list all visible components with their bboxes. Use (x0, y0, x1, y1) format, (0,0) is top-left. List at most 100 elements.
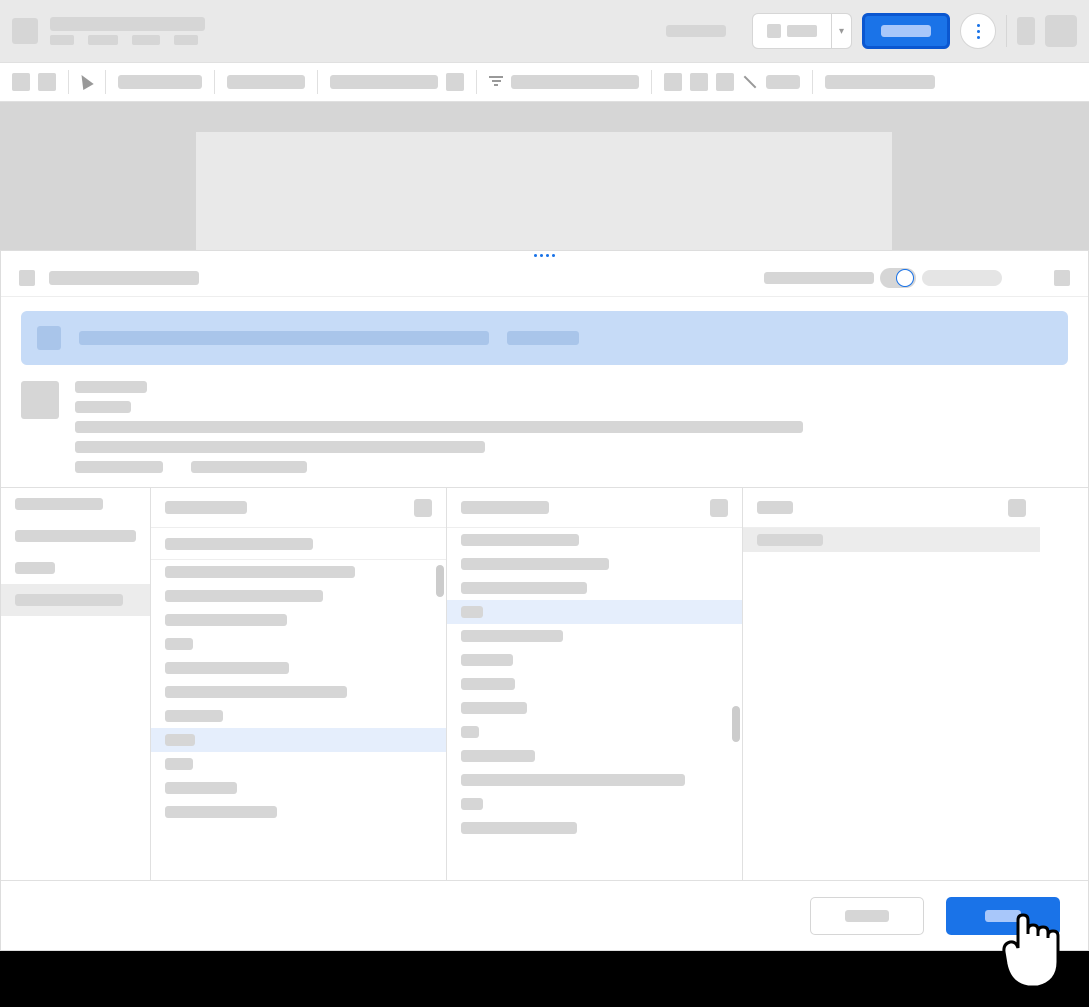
list-item[interactable] (151, 776, 446, 800)
list-item[interactable] (447, 816, 742, 840)
column-action-icon[interactable] (414, 499, 432, 517)
list-item[interactable] (447, 672, 742, 696)
toggle-switch[interactable] (880, 268, 916, 288)
toolbar-button[interactable] (38, 73, 56, 91)
browser-column (447, 488, 743, 880)
document-title[interactable] (50, 17, 205, 31)
more-options-button[interactable] (960, 13, 996, 49)
insert-button[interactable] (946, 897, 1060, 935)
column-list[interactable] (743, 528, 1040, 880)
filter-icon[interactable] (489, 76, 503, 88)
list-item[interactable] (151, 728, 446, 752)
list-item[interactable] (151, 800, 446, 824)
list-item[interactable] (447, 576, 742, 600)
list-item[interactable] (151, 584, 446, 608)
dialog-icon (19, 270, 35, 286)
list-item[interactable] (151, 608, 446, 632)
toolbar-control[interactable] (766, 75, 800, 89)
menu-item[interactable] (132, 35, 160, 45)
column-list[interactable] (447, 528, 742, 880)
scrollbar-thumb[interactable] (732, 706, 740, 742)
close-icon[interactable] (1054, 270, 1070, 286)
toggle-label-left (764, 272, 874, 284)
list-item[interactable] (151, 656, 446, 680)
dialog-title (49, 271, 199, 285)
list-item[interactable] (447, 552, 742, 576)
preview-meta (191, 461, 307, 473)
list-item[interactable] (447, 648, 742, 672)
list-item[interactable] (1, 552, 150, 584)
column-action-icon[interactable] (710, 499, 728, 517)
toolbar-control[interactable] (511, 75, 639, 89)
column-list[interactable] (151, 560, 446, 880)
toolbar-control[interactable] (825, 75, 935, 89)
column-title (165, 501, 247, 514)
share-button[interactable] (862, 13, 950, 49)
toolbar-button[interactable] (716, 73, 734, 91)
list-item[interactable] (447, 528, 742, 552)
toolbar-control[interactable] (330, 75, 438, 89)
header-action-button[interactable] (650, 13, 742, 49)
list-item[interactable] (151, 752, 446, 776)
header-icon[interactable] (1017, 17, 1035, 45)
toggle-group (764, 268, 1002, 288)
list-item[interactable] (447, 624, 742, 648)
header-split-button[interactable]: ▾ (752, 13, 852, 49)
list-item[interactable] (447, 600, 742, 624)
list-item[interactable] (447, 768, 742, 792)
list-item[interactable] (151, 632, 446, 656)
toolbar-button[interactable] (12, 73, 30, 91)
search-input[interactable] (79, 331, 489, 345)
list-item[interactable] (1, 488, 150, 520)
list-item[interactable] (447, 744, 742, 768)
browser-columns (1, 487, 1088, 880)
list-item[interactable] (743, 528, 1040, 552)
dialog-body (1, 297, 1088, 880)
toolbar-button[interactable] (446, 73, 464, 91)
column-subheader[interactable] (151, 528, 446, 560)
list-item[interactable] (447, 696, 742, 720)
column-title (461, 501, 549, 514)
toolbar-button[interactable] (664, 73, 682, 91)
browser-column (1, 488, 151, 880)
browser-column (151, 488, 447, 880)
list-item[interactable] (447, 792, 742, 816)
list-item[interactable] (447, 720, 742, 744)
menu-item[interactable] (88, 35, 118, 45)
list-item[interactable] (151, 704, 446, 728)
title-block (50, 17, 205, 45)
dialog-footer (1, 880, 1088, 950)
menu-item[interactable] (50, 35, 74, 45)
column-action-icon[interactable] (1008, 499, 1026, 517)
list-item[interactable] (1, 520, 150, 552)
canvas-page[interactable] (196, 132, 892, 250)
toolbar-button[interactable] (690, 73, 708, 91)
canvas-area[interactable] (0, 102, 1089, 250)
app-header: ▾ (0, 0, 1089, 62)
search-icon (37, 326, 61, 350)
chevron-down-icon[interactable]: ▾ (831, 14, 851, 48)
toolbar-control[interactable] (227, 75, 305, 89)
insert-dialog (0, 250, 1089, 951)
toolbar-control[interactable] (118, 75, 202, 89)
app-icon[interactable] (12, 18, 38, 44)
preview-desc-line (75, 441, 485, 453)
app-window: ▾ (0, 0, 1089, 951)
list-item[interactable] (151, 680, 446, 704)
column-header (743, 488, 1040, 528)
search-bar[interactable] (21, 311, 1068, 365)
user-avatar[interactable] (1045, 15, 1077, 47)
select-tool-icon[interactable] (81, 74, 93, 90)
menu-item[interactable] (174, 35, 198, 45)
line-tool-icon[interactable] (744, 76, 757, 89)
toolbar (0, 62, 1089, 102)
cancel-button[interactable] (810, 897, 924, 935)
preview-thumbnail[interactable] (21, 381, 59, 419)
list-item[interactable] (1, 584, 150, 616)
list-item[interactable] (151, 560, 446, 584)
drag-handle[interactable] (1, 251, 1088, 259)
column-list[interactable] (1, 488, 150, 880)
result-preview (1, 365, 1088, 487)
scrollbar-thumb[interactable] (436, 565, 444, 597)
header-left (12, 17, 640, 45)
